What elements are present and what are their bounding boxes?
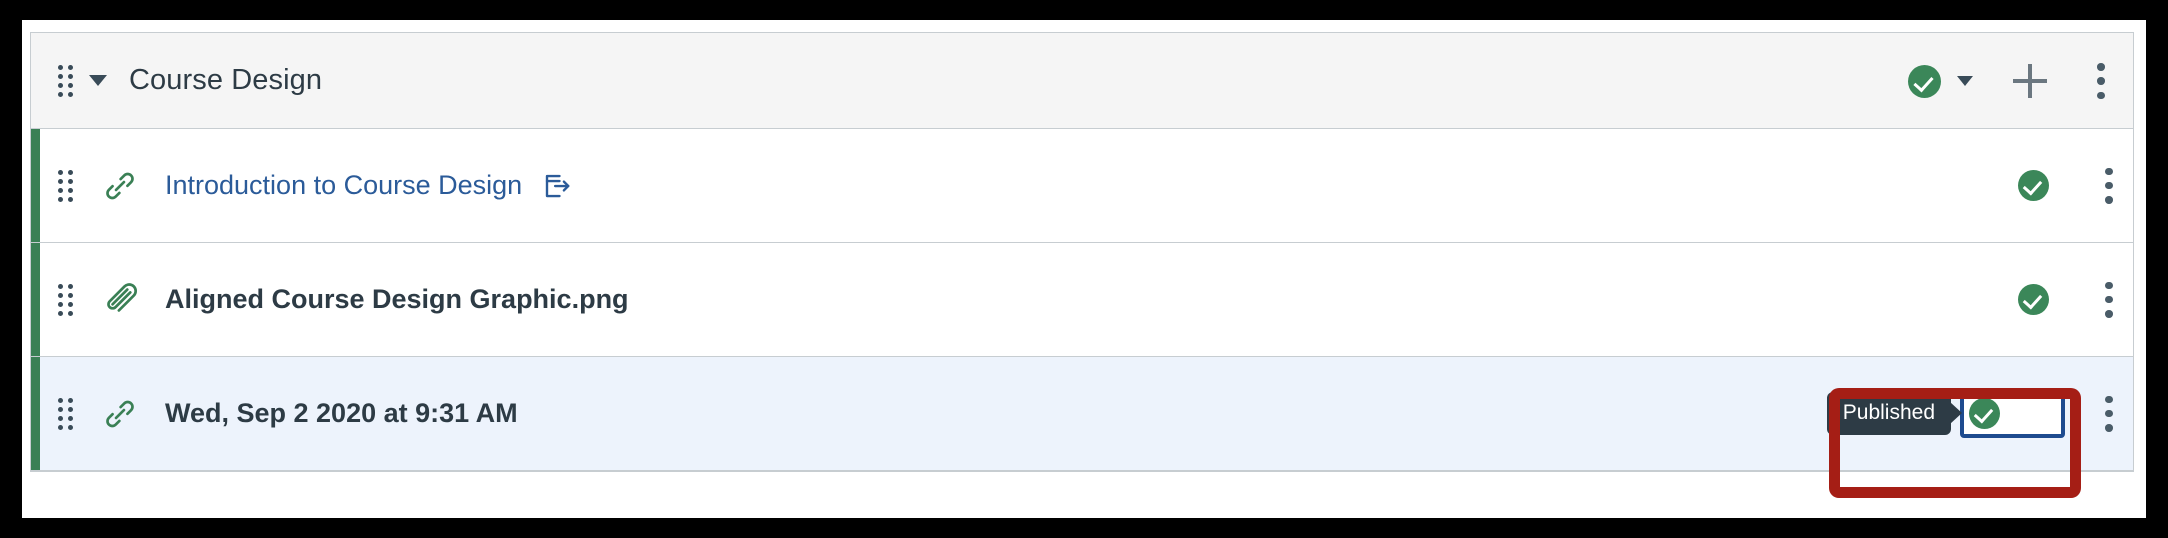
module-drag-handle-icon[interactable]	[57, 64, 73, 97]
paperclip-icon	[101, 281, 139, 319]
item-publish-check-icon[interactable]	[2018, 284, 2049, 315]
external-link-icon[interactable]	[542, 171, 572, 201]
item-kebab-menu-icon[interactable]	[2105, 167, 2113, 204]
module-item-right: Published	[1826, 357, 2113, 470]
publish-status-bar	[31, 243, 40, 356]
item-publish-check-icon[interactable]	[1969, 398, 2000, 429]
module-item-left: Wed, Sep 2 2020 at 9:31 AM	[31, 395, 518, 433]
item-kebab-menu-icon[interactable]	[2105, 395, 2113, 432]
module-item-row[interactable]: Aligned Course Design Graphic.png	[31, 243, 2133, 357]
screenshot-frame: Course Design Introduction to Course Des…	[0, 0, 2168, 538]
module-item-title[interactable]: Wed, Sep 2 2020 at 9:31 AM	[165, 398, 518, 429]
module-item-title[interactable]: Introduction to Course Design	[165, 170, 522, 201]
item-publish-check-icon[interactable]	[2018, 170, 2049, 201]
module-item-left: Aligned Course Design Graphic.png	[31, 281, 629, 319]
module-item-row[interactable]: Wed, Sep 2 2020 at 9:31 AM Published	[31, 357, 2133, 471]
publish-status-bar	[31, 357, 40, 470]
module-item-right	[2018, 243, 2113, 356]
page-canvas: Course Design Introduction to Course Des…	[22, 20, 2146, 518]
module-item-title[interactable]: Aligned Course Design Graphic.png	[165, 284, 629, 315]
item-kebab-menu-icon[interactable]	[2105, 281, 2113, 318]
item-drag-handle-icon[interactable]	[57, 169, 73, 202]
item-drag-handle-icon[interactable]	[57, 283, 73, 316]
link-icon	[101, 395, 139, 433]
module-header-controls	[1908, 33, 2113, 129]
link-icon	[101, 167, 139, 205]
module-collapse-chevron-down-icon[interactable]	[89, 75, 107, 86]
module-item-left: Introduction to Course Design	[31, 167, 572, 205]
item-drag-handle-icon[interactable]	[57, 397, 73, 430]
module-publish-check-icon[interactable]	[1908, 64, 1941, 98]
publish-toggle-group: Published	[1826, 389, 2065, 438]
module-add-item-plus-icon[interactable]	[2013, 64, 2047, 98]
module-publish-chevron-down-icon[interactable]	[1957, 76, 1973, 86]
module-item-right	[2018, 129, 2113, 242]
module-panel: Course Design Introduction to Course Des…	[30, 32, 2134, 472]
published-tooltip: Published	[1826, 391, 1951, 436]
publish-status-bar	[31, 129, 40, 242]
item-publish-toggle-button[interactable]	[1960, 389, 2065, 438]
module-header-left: Course Design	[31, 64, 322, 97]
module-title: Course Design	[129, 64, 323, 96]
module-item-row[interactable]: Introduction to Course Design	[31, 129, 2133, 243]
module-header: Course Design	[31, 33, 2133, 129]
module-kebab-menu-icon[interactable]	[2097, 63, 2105, 99]
